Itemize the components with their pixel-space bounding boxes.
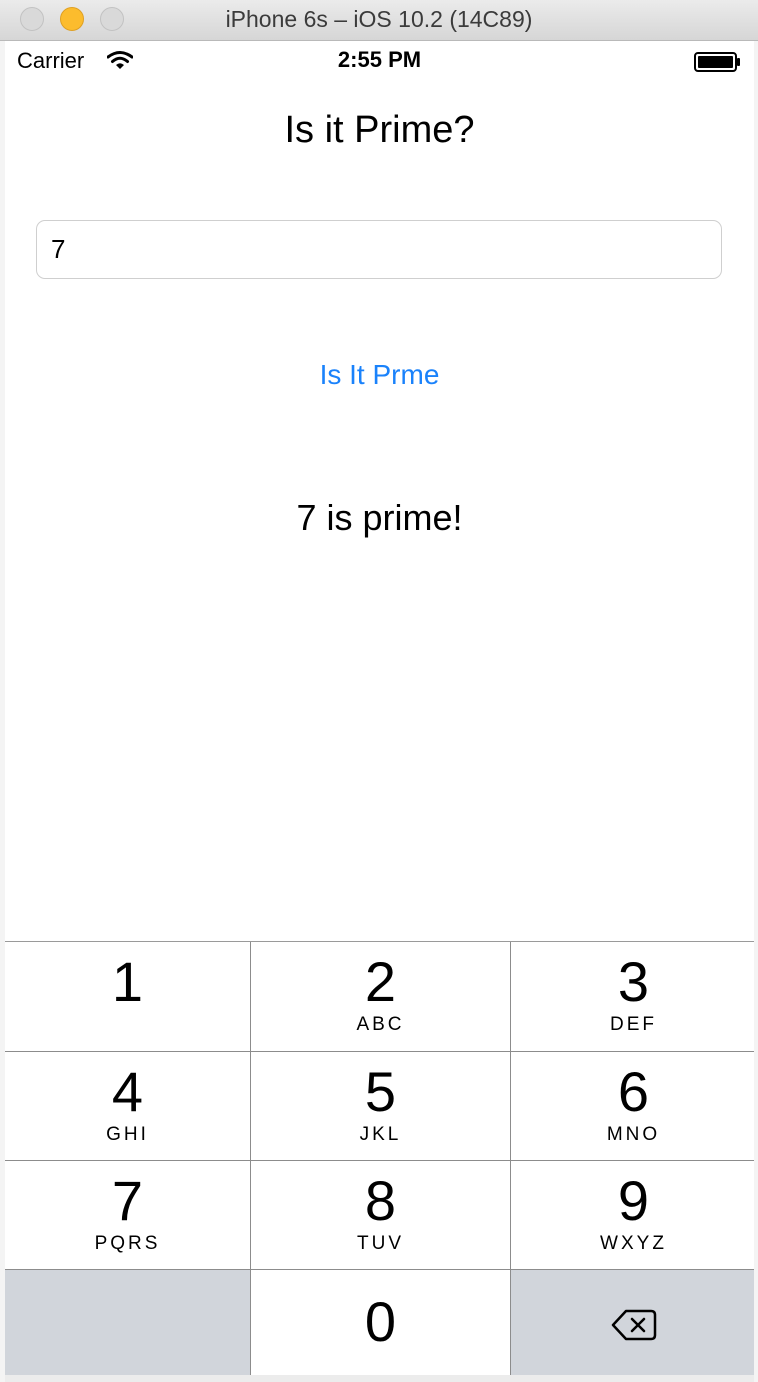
device-screen: Carrier 2:55 PM Is it Prime? 7 Is It Prm… — [5, 41, 754, 1375]
key-0[interactable]: 0 — [251, 1270, 510, 1375]
page-title: Is it Prime? — [284, 109, 475, 151]
key-7[interactable]: 7 PQRS — [5, 1161, 250, 1269]
key-letters: MNO — [606, 1124, 661, 1145]
number-keypad: 1 2 ABC 3 DEF 4 GHI 5 JKL 6 MNO 7 PQRS 8… — [5, 941, 754, 1375]
key-letters: JKL — [359, 1124, 402, 1145]
key-digit: 0 — [364, 1290, 397, 1353]
key-digit: 3 — [617, 950, 650, 1013]
key-4[interactable]: 4 GHI — [5, 1052, 250, 1160]
key-letters: ABC — [356, 1014, 405, 1035]
key-digit: 8 — [364, 1169, 397, 1232]
key-digit: 5 — [364, 1060, 397, 1123]
backspace-icon — [611, 1309, 656, 1340]
key-digit: 7 — [111, 1169, 144, 1232]
backspace-key[interactable] — [511, 1270, 754, 1375]
key-6[interactable]: 6 MNO — [511, 1052, 754, 1160]
key-letters: TUV — [357, 1233, 404, 1254]
key-letters: GHI — [106, 1124, 149, 1145]
status-bar: Carrier 2:55 PM — [5, 41, 754, 81]
key-letters: PQRS — [94, 1233, 161, 1254]
key-1[interactable]: 1 — [5, 942, 250, 1051]
key-empty — [5, 1270, 250, 1375]
key-digit: 1 — [111, 950, 144, 1013]
window-title: iPhone 6s – iOS 10.2 (14C89) — [225, 6, 533, 32]
is-it-prime-button[interactable]: Is It Prme — [5, 359, 754, 391]
simulator-window: iPhone 6s – iOS 10.2 (14C89) Carrier 2:5… — [0, 0, 758, 1382]
key-digit: 6 — [617, 1060, 650, 1123]
key-digit: 9 — [617, 1169, 650, 1232]
key-2[interactable]: 2 ABC — [251, 942, 510, 1051]
key-5[interactable]: 5 JKL — [251, 1052, 510, 1160]
window-edge-right — [754, 40, 758, 1382]
key-digit: 4 — [111, 1060, 144, 1123]
key-digit: 2 — [364, 950, 397, 1013]
key-8[interactable]: 8 TUV — [251, 1161, 510, 1269]
result-label: 7 is prime! — [296, 497, 463, 538]
key-letters: WXYZ — [600, 1233, 667, 1254]
key-3[interactable]: 3 DEF — [511, 942, 754, 1051]
status-time: 2:55 PM — [337, 47, 422, 72]
title-bar[interactable]: iPhone 6s – iOS 10.2 (14C89) — [0, 0, 758, 41]
battery-icon — [694, 52, 740, 72]
key-letters: DEF — [610, 1014, 657, 1035]
number-input[interactable]: 7 — [36, 220, 722, 279]
key-9[interactable]: 9 WXYZ — [511, 1161, 754, 1269]
